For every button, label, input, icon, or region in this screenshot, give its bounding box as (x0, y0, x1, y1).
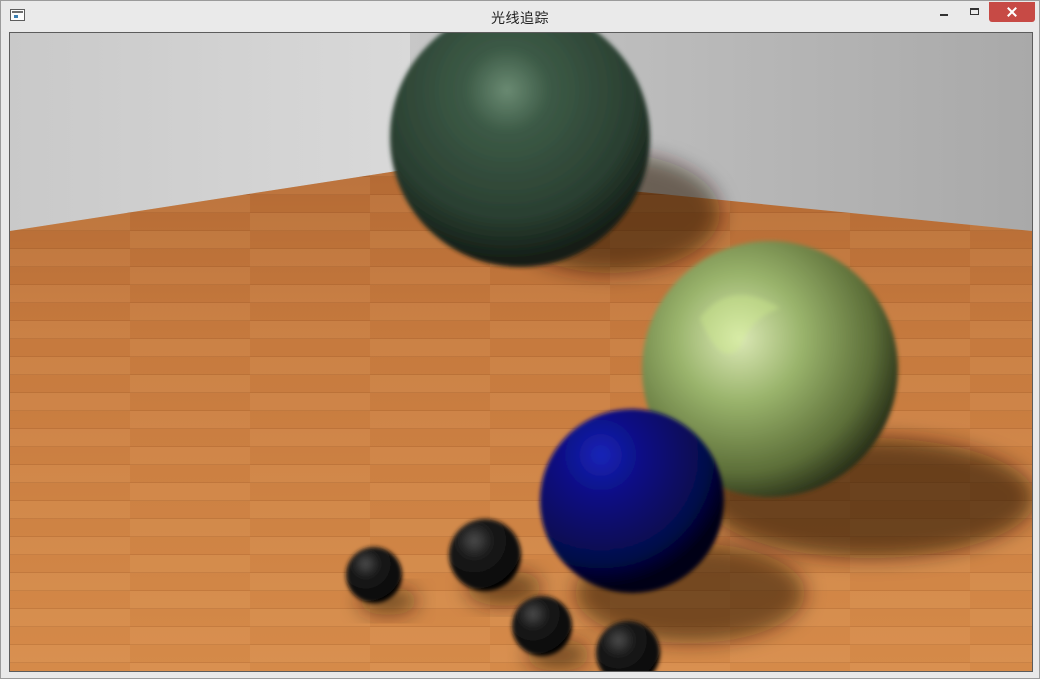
blue-sphere (540, 409, 724, 593)
small-black-sphere-2 (449, 519, 521, 591)
render-viewport (9, 32, 1033, 672)
small-black-sphere-1 (346, 547, 402, 603)
small-black-sphere-3 (512, 596, 572, 656)
ray-traced-scene (10, 33, 1032, 671)
minimize-button[interactable] (931, 2, 957, 22)
maximize-button[interactable] (962, 2, 988, 22)
close-button[interactable] (989, 2, 1035, 22)
window-title: 光线追踪 (491, 11, 549, 27)
title-bar[interactable]: 光线追踪 (1, 1, 1039, 31)
app-window: 光线追踪 (0, 0, 1040, 679)
